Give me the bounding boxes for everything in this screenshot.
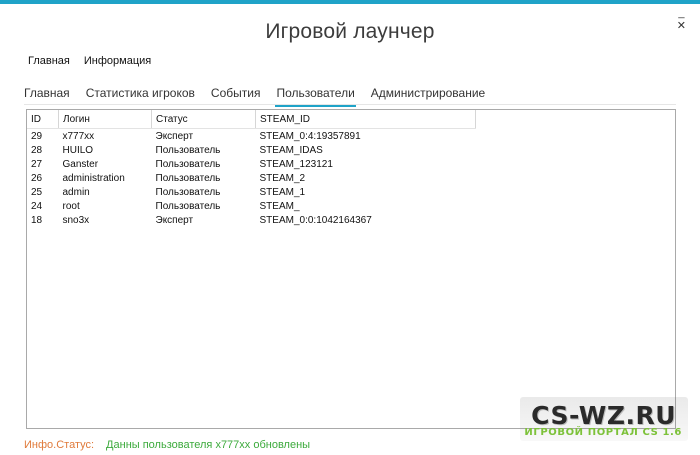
cell-steam-id: STEAM_123121 <box>259 158 333 170</box>
cell-status: Пользователь <box>155 158 221 170</box>
window-top-accent-bar <box>0 0 700 4</box>
table-row[interactable]: 24 root Пользователь STEAM_ <box>27 199 476 213</box>
status-bar: Инфо.Статус: Данны пользователя x777xx о… <box>24 439 310 451</box>
cell-status: Пользователь <box>155 144 221 156</box>
table-row[interactable]: 26 administration Пользователь STEAM_2 <box>27 171 476 185</box>
cell-id: 26 <box>31 172 43 184</box>
table-row[interactable]: 25 admin Пользователь STEAM_1 <box>27 185 476 199</box>
cell-login: sno3x <box>62 214 90 226</box>
cell-id: 27 <box>31 158 43 170</box>
tab-divider <box>24 104 676 105</box>
table-row[interactable]: 18 sno3x Эксперт STEAM_0:0:1042164367 <box>27 213 476 227</box>
cell-login: x777xx <box>62 130 95 142</box>
menu-item-main[interactable]: Главная <box>28 55 70 67</box>
cell-id: 28 <box>31 144 43 156</box>
cell-status: Эксперт <box>155 214 194 226</box>
tab-main[interactable]: Главная <box>24 86 78 102</box>
watermark-tagline: ИГРОВОЙ ПОРТАЛ CS 1.6 <box>524 427 682 438</box>
tab-player-stats[interactable]: Статистика игроков <box>86 86 203 102</box>
users-table[interactable]: ID Логин Статус STEAM_ID 29 x777xx Экспе… <box>26 109 676 429</box>
cell-status: Пользователь <box>155 186 221 198</box>
cell-steam-id: STEAM_0:0:1042164367 <box>259 214 372 226</box>
cell-login: administration <box>62 172 125 184</box>
table-header-row: ID Логин Статус STEAM_ID <box>27 110 476 129</box>
table-row[interactable]: 28 HUILO Пользователь STEAM_IDAS <box>27 143 476 157</box>
cell-login: Ganster <box>62 158 99 170</box>
cell-login: HUILO <box>62 144 94 156</box>
cell-id: 29 <box>31 130 43 142</box>
table-row[interactable]: 27 Ganster Пользователь STEAM_123121 <box>27 157 476 171</box>
status-label: Инфо.Статус: <box>24 439 95 451</box>
tab-strip: Главная Статистика игроков События Польз… <box>24 86 501 107</box>
tab-events[interactable]: События <box>211 86 269 102</box>
column-header-steam-id[interactable]: STEAM_ID <box>255 110 476 129</box>
window-title: Игровой лаунчер <box>265 20 435 43</box>
cell-status: Пользователь <box>155 200 221 212</box>
cell-status: Пользователь <box>155 172 221 184</box>
menu-bar: Главная Информация <box>28 55 151 67</box>
cell-steam-id: STEAM_2 <box>259 172 306 184</box>
table-row[interactable]: 29 x777xx Эксперт STEAM_0:4:19357891 <box>27 129 476 144</box>
cell-steam-id: STEAM_1 <box>259 186 306 198</box>
watermark-logo: CS-WZ.RU <box>531 401 676 430</box>
cell-id: 25 <box>31 186 43 198</box>
cell-steam-id: STEAM_ <box>259 200 300 212</box>
cell-id: 18 <box>31 214 43 226</box>
cell-login: admin <box>62 186 90 198</box>
column-header-id[interactable]: ID <box>27 110 59 129</box>
minimize-button[interactable]: _ <box>678 8 684 19</box>
cell-id: 24 <box>31 200 43 212</box>
tab-administration[interactable]: Администрирование <box>371 86 493 102</box>
cell-status: Эксперт <box>155 130 194 142</box>
cell-steam-id: STEAM_IDAS <box>259 144 323 156</box>
menu-item-info[interactable]: Информация <box>84 55 151 67</box>
cell-login: root <box>62 200 80 212</box>
cell-steam-id: STEAM_0:4:19357891 <box>259 130 361 142</box>
column-header-login[interactable]: Логин <box>58 110 152 129</box>
column-header-status[interactable]: Статус <box>151 110 256 129</box>
tab-users[interactable]: Пользователи <box>275 86 362 107</box>
status-message: Данны пользователя x777xx обновлены <box>106 439 311 451</box>
